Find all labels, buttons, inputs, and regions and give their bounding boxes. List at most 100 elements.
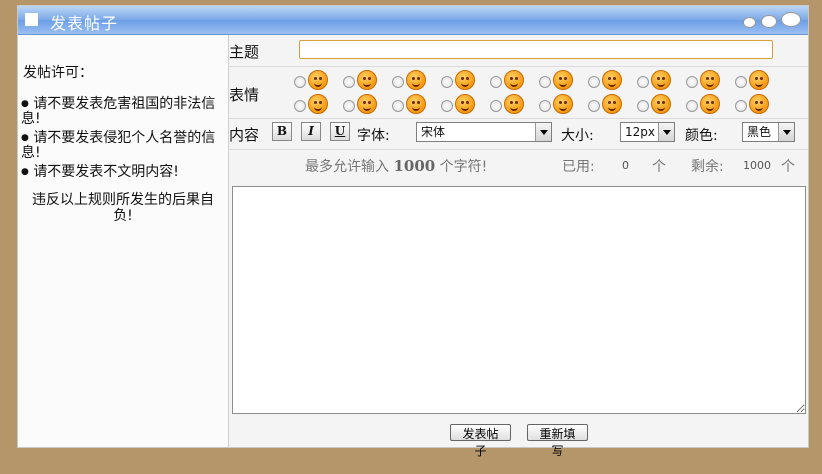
subject-input[interactable] [299, 40, 773, 59]
used-label: 已用: [562, 159, 595, 175]
smiley-face-icon[interactable] [700, 70, 720, 90]
smiley-face-icon[interactable] [308, 70, 328, 90]
post-form: 主题 表情 内容 B I U 字体: 宋体 大小: 12px 颜色: 黑色 最多… [229, 35, 808, 458]
smiley-face-icon[interactable] [651, 94, 671, 114]
max-chars-value: 1000 [393, 157, 436, 175]
smiley-face-icon[interactable] [602, 94, 622, 114]
emoticon-option[interactable] [637, 93, 675, 115]
emoticon-option[interactable] [539, 69, 577, 91]
emotion-row: 表情 [229, 67, 808, 119]
font-label: 字体: [357, 128, 390, 144]
smiley-face-icon[interactable] [504, 70, 524, 90]
window-bubble-icon [743, 17, 756, 28]
emoticon-option[interactable] [441, 69, 479, 91]
smiley-face-icon[interactable] [602, 70, 622, 90]
used-unit: 个 [652, 159, 666, 175]
emoticon-option[interactable] [392, 93, 430, 115]
remaining-label: 剩余: [691, 159, 724, 175]
max-chars-suffix: 个字符! [439, 159, 488, 175]
max-chars-note: 最多允许输入 1000 个字符! [305, 156, 487, 176]
emoticon-radio[interactable] [735, 76, 747, 88]
emoticon-radio[interactable] [490, 100, 502, 112]
smiley-face-icon[interactable] [651, 70, 671, 90]
emoticon-radio[interactable] [735, 100, 747, 112]
emoticon-option[interactable] [735, 93, 773, 115]
font-select-value: 宋体 [421, 125, 446, 139]
emoticon-option[interactable] [392, 69, 430, 91]
smiley-face-icon[interactable] [308, 94, 328, 114]
emoticon-option[interactable] [343, 69, 381, 91]
emoticon-option[interactable] [686, 93, 724, 115]
smiley-face-icon[interactable] [357, 94, 377, 114]
emoticon-radio[interactable] [392, 100, 404, 112]
emoticon-radio[interactable] [637, 76, 649, 88]
window-bubble-icon [761, 15, 777, 28]
emoticon-option[interactable] [539, 93, 577, 115]
emoticon-radio[interactable] [294, 100, 306, 112]
underline-button[interactable]: U [330, 122, 350, 141]
emoticon-option[interactable] [294, 69, 332, 91]
emoticon-radio[interactable] [441, 76, 453, 88]
color-label: 颜色: [685, 128, 718, 144]
remaining-count: 1000 [743, 159, 771, 172]
smiley-face-icon[interactable] [455, 94, 475, 114]
smiley-face-icon[interactable] [455, 70, 475, 90]
smiley-face-icon[interactable] [749, 94, 769, 114]
smiley-face-icon[interactable] [504, 94, 524, 114]
rule-text: 请不要发表不文明内容! [33, 164, 179, 180]
emoticon-radio[interactable] [588, 76, 600, 88]
used-count: 0 [622, 159, 629, 172]
emoticon-option[interactable] [490, 69, 528, 91]
italic-button[interactable]: I [301, 122, 321, 141]
smiley-face-icon[interactable] [357, 70, 377, 90]
chevron-down-icon[interactable] [535, 123, 551, 141]
emoticon-option[interactable] [588, 69, 626, 91]
smiley-face-icon[interactable] [406, 94, 426, 114]
content-textarea[interactable] [232, 186, 806, 414]
emoticon-option[interactable] [637, 69, 675, 91]
page-title: 发表帖子 [50, 14, 119, 33]
emoticon-option[interactable] [441, 93, 479, 115]
emoticon-option[interactable] [343, 93, 381, 115]
bullet-icon: ● [21, 99, 29, 109]
emoticon-radio[interactable] [441, 100, 453, 112]
remaining-unit: 个 [781, 159, 795, 175]
reset-form-button[interactable]: 重新填写 [527, 424, 588, 458]
color-select[interactable]: 黑色 [742, 122, 795, 142]
emoticon-radio[interactable] [539, 76, 551, 88]
bold-button[interactable]: B [272, 122, 292, 141]
emoticon-option[interactable] [686, 69, 724, 91]
content-label: 内容 [229, 126, 260, 144]
smiley-face-icon[interactable] [749, 70, 769, 90]
emoticon-radio[interactable] [588, 100, 600, 112]
smiley-face-icon[interactable] [700, 94, 720, 114]
emoticon-radio[interactable] [343, 76, 355, 88]
chevron-down-icon[interactable] [778, 123, 794, 141]
emoticon-radio[interactable] [539, 100, 551, 112]
posting-rules-sidebar: 发帖许可： ● 请不要发表危害祖国的非法信息! ● 请不要发表侵犯个人名誉的信息… [18, 35, 229, 447]
smiley-face-icon[interactable] [553, 94, 573, 114]
emoticon-radio[interactable] [490, 76, 502, 88]
rule-item: ● 请不要发表侵犯个人名誉的信息! [21, 131, 224, 161]
smiley-face-icon[interactable] [406, 70, 426, 90]
emoticon-radio[interactable] [392, 76, 404, 88]
rules-list: ● 请不要发表危害祖国的非法信息! ● 请不要发表侵犯个人名誉的信息! ● 请不… [21, 97, 224, 184]
emoticon-option[interactable] [588, 93, 626, 115]
rule-text: 请不要发表侵犯个人名誉的信息! [21, 130, 216, 161]
font-select[interactable]: 宋体 [416, 122, 552, 142]
max-chars-prefix: 最多允许输入 [305, 159, 389, 175]
submit-post-button[interactable]: 发表帖子 [450, 424, 511, 458]
emoticon-radio[interactable] [686, 76, 698, 88]
emoticon-option[interactable] [490, 93, 528, 115]
rule-item: ● 请不要发表危害祖国的非法信息! [21, 97, 224, 127]
emoticon-radio[interactable] [343, 100, 355, 112]
emoticon-radio[interactable] [294, 76, 306, 88]
format-toolbar: 内容 B I U 字体: 宋体 大小: 12px 颜色: 黑色 [229, 119, 808, 150]
chevron-down-icon[interactable] [658, 123, 674, 141]
emoticon-option[interactable] [294, 93, 332, 115]
size-select[interactable]: 12px [620, 122, 675, 142]
emoticon-radio[interactable] [686, 100, 698, 112]
emoticon-option[interactable] [735, 69, 773, 91]
smiley-face-icon[interactable] [553, 70, 573, 90]
emoticon-radio[interactable] [637, 100, 649, 112]
